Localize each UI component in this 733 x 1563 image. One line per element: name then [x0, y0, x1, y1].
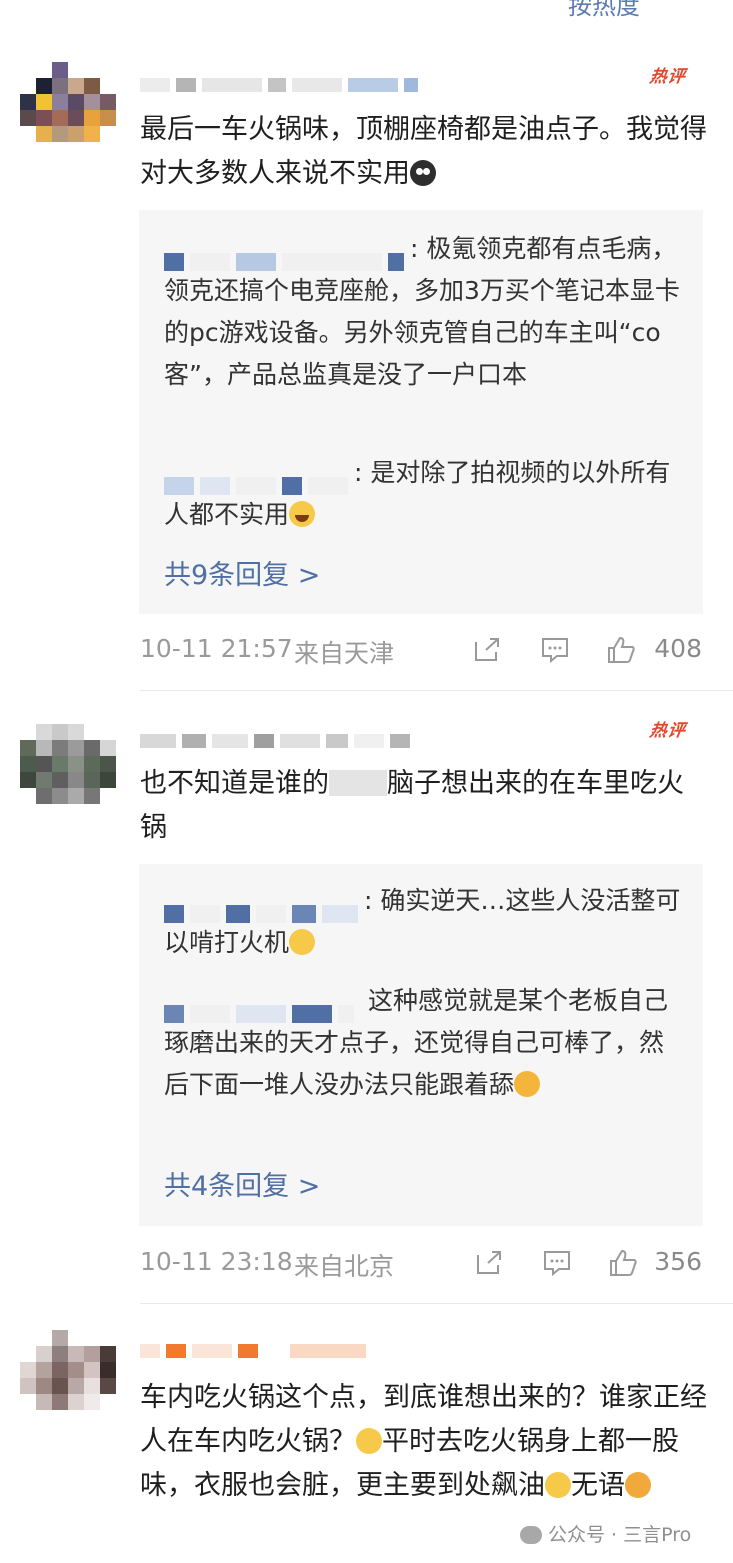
comment-text: 最后一车火锅味，顶棚座椅都是油点子。我觉得对大多数人来说不实用 [140, 114, 707, 189]
reply-icon[interactable] [540, 636, 570, 664]
shrug-face-icon [356, 1428, 382, 1454]
shrug-face-icon [545, 1472, 571, 1498]
sort-toggle[interactable]: 按热度 [568, 0, 640, 20]
shrug-face-icon [289, 929, 316, 955]
reply-icon[interactable] [542, 1249, 572, 1277]
comment-meta: 10-11 21:57 来自天津 408 [140, 630, 710, 670]
scared-face-icon [514, 1071, 541, 1097]
avatar[interactable] [20, 62, 116, 158]
reply-item[interactable]: : 是对除了拍视频的以外所有人都不实用 [164, 452, 684, 536]
comment-meta: 10-11 23:18 来自北京 356 [140, 1243, 710, 1283]
view-more-replies-link[interactable]: 共9条回复 > [164, 553, 320, 592]
reply-box: : 极氪领克都有点毛病，领克还搞个电竞座舱，多加3万买个笔记本显卡的pc游戏设备… [139, 210, 703, 614]
share-icon[interactable] [474, 1249, 504, 1277]
comment-time: 10-11 21:57 [140, 634, 293, 663]
share-icon[interactable] [472, 636, 502, 664]
divider [140, 1303, 733, 1304]
wechat-icon [520, 1526, 542, 1544]
reply-item[interactable]: 这种感觉就是某个老板自己琢磨出来的天才点子，还觉得自己可棒了，然后下面一堆人没办… [164, 980, 684, 1106]
username[interactable] [140, 730, 410, 752]
reply-username[interactable] [164, 240, 410, 271]
avatar[interactable] [20, 724, 116, 820]
reply-item[interactable]: : 极氪领克都有点毛病，领克还搞个电竞座舱，多加3万买个笔记本显卡的pc游戏设备… [164, 228, 684, 396]
watermark: 公众号 · 三言Pro [520, 1520, 691, 1547]
view-more-replies-link[interactable]: 共4条回复 > [164, 1164, 320, 1203]
reply-username[interactable] [164, 464, 354, 495]
username[interactable] [140, 74, 418, 96]
username[interactable] [140, 1340, 366, 1362]
like-icon[interactable] [608, 1249, 638, 1277]
facepalm-icon [625, 1472, 651, 1498]
reply-username[interactable] [164, 892, 364, 923]
reply-username[interactable] [164, 992, 360, 1023]
sort-label: 按热度 [568, 0, 640, 20]
avatar[interactable] [20, 1330, 116, 1426]
censored-word [329, 770, 387, 796]
like-count: 408 [654, 634, 702, 663]
crying-face-icon [410, 160, 436, 186]
comment-location: 来自天津 [294, 639, 395, 668]
comment-text: 也不知道是谁的 脑子想出来的在车里吃火锅 [140, 768, 684, 843]
reply-box: : 确实逆天…这些人没活整可以啃打火机 这种感觉就是某个老板自己琢磨出来的天才点… [139, 864, 703, 1226]
comment-text: 车内吃火锅这个点，到底谁想出来的？谁家正经人在车内吃火锅？ 平时去吃火锅身上都一股… [140, 1382, 707, 1501]
hot-comment-badge: 热评 [648, 721, 688, 741]
hot-comment-badge: 热评 [648, 67, 688, 87]
divider [140, 690, 733, 691]
comment-time: 10-11 23:18 [140, 1247, 293, 1276]
reply-item[interactable]: : 确实逆天…这些人没活整可以啃打火机 [164, 880, 684, 964]
laughing-face-icon [289, 501, 316, 527]
like-count: 356 [654, 1247, 702, 1276]
comment-location: 来自北京 [294, 1252, 395, 1281]
like-icon[interactable] [606, 636, 636, 664]
